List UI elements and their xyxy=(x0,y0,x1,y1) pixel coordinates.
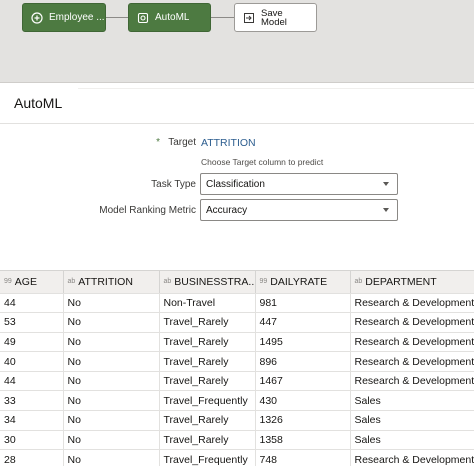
table-cell: Research & Development xyxy=(350,351,474,372)
chevron-down-icon xyxy=(383,182,389,186)
properties-panel-header: AutoML xyxy=(0,84,474,124)
table-cell: Travel_Rarely xyxy=(159,351,256,372)
table-cell: No xyxy=(63,351,160,372)
task-type-value: Classification xyxy=(206,178,265,190)
table-row[interactable]: 44 No Travel_Rarely 1467 Research & Developm… xyxy=(0,371,474,392)
ranking-metric-value: Accuracy xyxy=(206,204,248,216)
ranking-metric-select[interactable]: Accuracy xyxy=(200,199,398,221)
table-cell: Research & Development xyxy=(350,293,474,314)
column-header-attrition[interactable]: ab ATTRITION xyxy=(63,271,160,294)
table-cell: Sales xyxy=(350,430,474,451)
target-label: Target xyxy=(168,137,196,148)
header-divider xyxy=(78,88,474,89)
table-row[interactable]: 33 No Travel_Frequently 430 Sales xyxy=(0,390,474,412)
table-row[interactable]: 53 No Travel_Rarely 447 Research & Developme… xyxy=(0,312,474,333)
table-cell: 53 xyxy=(0,312,64,333)
table-cell: 34 xyxy=(0,410,64,431)
table-cell: No xyxy=(63,410,160,431)
table-cell: No xyxy=(63,449,160,466)
task-type-label: Task Type xyxy=(151,179,196,190)
table-cell: Non-Travel xyxy=(159,293,256,314)
target-column-link[interactable]: ATTRITION xyxy=(201,137,256,149)
table-cell: No xyxy=(63,430,160,451)
flow-node-label: AutoML xyxy=(155,12,190,23)
table-cell: 30 xyxy=(0,430,64,451)
table-cell: Travel_Frequently xyxy=(159,390,256,412)
flow-node-label: Employee ... xyxy=(49,12,105,23)
flow-node-save-model[interactable]: Save Model xyxy=(234,3,317,32)
save-arrow-icon xyxy=(243,12,255,24)
table-cell: No xyxy=(63,371,160,392)
table-cell: 1358 xyxy=(255,430,351,451)
table-cell: Travel_Rarely xyxy=(159,332,256,353)
ranking-metric-label: Model Ranking Metric xyxy=(99,205,196,216)
column-header-age[interactable]: 99 AGE xyxy=(0,271,64,294)
table-cell: Research & Development xyxy=(350,332,474,353)
table-cell: Travel_Rarely xyxy=(159,410,256,431)
target-hint: Choose Target column to predict xyxy=(201,157,324,167)
table-cell: 981 xyxy=(255,293,351,314)
column-header-dailyrate[interactable]: 99 DAILYRATE xyxy=(255,271,351,294)
table-row[interactable]: 28 No Travel_Frequently 748 Research & Devel… xyxy=(0,449,474,466)
table-cell: Research & Development xyxy=(350,312,474,333)
automl-gear-icon xyxy=(137,12,149,24)
table-cell: No xyxy=(63,332,160,353)
table-cell: 1326 xyxy=(255,410,351,431)
table-cell: No xyxy=(63,390,160,412)
workflow-canvas[interactable]: Employee ... AutoML Save Model xyxy=(0,0,474,83)
table-cell: Research & Development xyxy=(350,449,474,466)
table-row[interactable]: 44 No Non-Travel 981 Research & Development xyxy=(0,293,474,314)
flow-node-automl[interactable]: AutoML xyxy=(128,3,211,32)
data-table: 99 AGE ab ATTRITION ab BUSINESSTRA... 99 DAI… xyxy=(0,271,474,466)
table-header-row: 99 AGE ab ATTRITION ab BUSINESSTRA... 99 DAI… xyxy=(0,271,474,294)
table-cell: 1467 xyxy=(255,371,351,392)
table-cell: Travel_Rarely xyxy=(159,312,256,333)
data-preview-grid[interactable]: 99 AGE ab ATTRITION ab BUSINESSTRA... 99 DAI… xyxy=(0,270,474,466)
table-cell: 49 xyxy=(0,332,64,353)
flow-connector xyxy=(106,17,128,18)
table-cell: 40 xyxy=(0,351,64,372)
table-cell: Research & Development xyxy=(350,371,474,392)
task-type-select[interactable]: Classification xyxy=(200,173,398,195)
numeric-type-icon: 99 xyxy=(4,278,12,286)
text-type-icon: ab xyxy=(67,278,76,286)
column-header-department[interactable]: ab DEPARTMENT xyxy=(350,271,474,294)
table-row[interactable]: 49 No Travel_Rarely 1495 Research & Developm… xyxy=(0,332,474,353)
panel-title: AutoML xyxy=(14,95,63,111)
text-type-icon: ab xyxy=(163,278,172,286)
table-cell: Sales xyxy=(350,410,474,431)
flow-connector xyxy=(211,17,234,18)
table-cell: 896 xyxy=(255,351,351,372)
column-header-businesstravel[interactable]: ab BUSINESSTRA... xyxy=(159,271,256,294)
flow-node-label: Save Model xyxy=(261,8,287,27)
table-cell: 1495 xyxy=(255,332,351,353)
table-cell: 430 xyxy=(255,390,351,412)
table-cell: Travel_Frequently xyxy=(159,449,256,466)
table-cell: Travel_Rarely xyxy=(159,430,256,451)
table-cell: Travel_Rarely xyxy=(159,371,256,392)
table-cell: No xyxy=(63,312,160,333)
table-row[interactable]: 40 No Travel_Rarely 896 Research & Developme… xyxy=(0,351,474,372)
table-row[interactable]: 34 No Travel_Rarely 1326 Sales xyxy=(0,410,474,431)
table-cell: No xyxy=(63,293,160,314)
chevron-down-icon xyxy=(383,208,389,212)
plus-circle-icon xyxy=(31,11,43,24)
table-cell: 44 xyxy=(0,293,64,314)
text-type-icon: ab xyxy=(354,278,363,286)
table-cell: 33 xyxy=(0,390,64,412)
table-cell: 447 xyxy=(255,312,351,333)
table-cell: 748 xyxy=(255,449,351,466)
table-row[interactable]: 30 No Travel_Rarely 1358 Sales xyxy=(0,430,474,451)
numeric-type-icon: 99 xyxy=(259,278,268,286)
flow-node-employee-data[interactable]: Employee ... xyxy=(22,3,106,32)
table-cell: Sales xyxy=(350,390,474,412)
table-cell: 28 xyxy=(0,449,64,466)
table-cell: 44 xyxy=(0,371,64,392)
